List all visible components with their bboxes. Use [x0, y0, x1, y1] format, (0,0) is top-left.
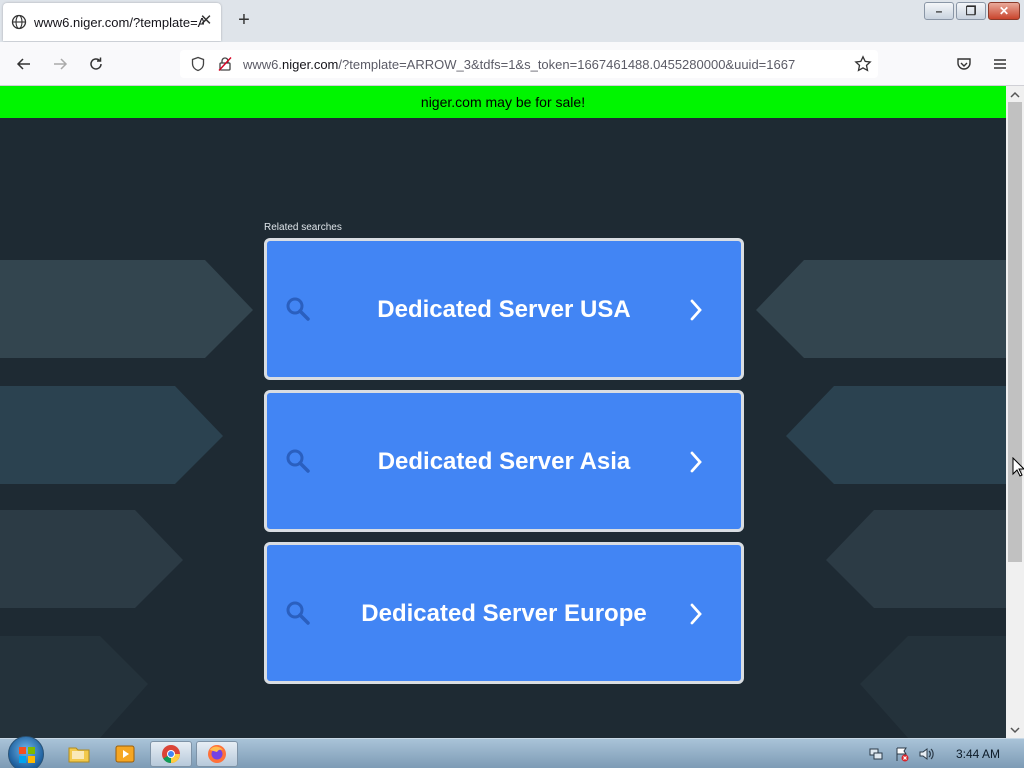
restore-button[interactable]: ❐ [956, 2, 986, 20]
plus-icon[interactable]: + [233, 10, 255, 32]
related-search-label: Dedicated Server Europe [361, 600, 647, 627]
network-icon[interactable] [868, 746, 884, 762]
reload-icon[interactable] [84, 52, 108, 76]
tab-title: www6.niger.com/?template=AR [34, 14, 204, 30]
flag-icon[interactable] [894, 746, 910, 762]
forward-arrow-icon[interactable] [48, 52, 72, 76]
chevron-right-icon [690, 451, 702, 473]
windows-start-icon[interactable] [8, 736, 44, 768]
chrome-icon[interactable] [150, 741, 192, 767]
tab-current[interactable]: www6.niger.com/?template=AR ✕ [3, 3, 221, 41]
url-bar[interactable]: www6.niger.com/?template=ARROW_3&tdfs=1&… [180, 50, 878, 78]
scroll-down-icon[interactable] [1010, 725, 1020, 735]
taskbar: 3:44 AM [0, 736, 1024, 768]
tab-strip: www6.niger.com/?template=AR ✕ + – ❐ ✕ [0, 0, 1024, 42]
chevron-right-icon [690, 603, 702, 625]
media-player-icon[interactable] [104, 741, 146, 767]
related-searches-label: Related searches [264, 222, 342, 233]
parked-page: Related searches Dedicated Server USA De… [0, 118, 1006, 738]
sale-banner[interactable]: niger.com may be for sale! [0, 86, 1006, 118]
system-tray: 3:44 AM [868, 739, 1024, 768]
folder-icon[interactable] [58, 741, 100, 767]
scroll-up-icon[interactable] [1010, 90, 1020, 100]
scrollbar-thumb[interactable] [1008, 102, 1022, 562]
pocket-icon[interactable] [952, 52, 976, 76]
globe-icon [11, 14, 27, 30]
menu-icon[interactable] [988, 52, 1012, 76]
related-search-label: Dedicated Server Asia [377, 448, 631, 475]
navigation-toolbar: www6.niger.com/?template=ARROW_3&tdfs=1&… [0, 42, 1024, 86]
mouse-cursor-icon [1012, 457, 1024, 477]
url-prefix: www6. [243, 57, 283, 72]
window-controls: – ❐ ✕ [924, 2, 1020, 20]
taskbar-clock[interactable]: 3:44 AM [956, 747, 1000, 761]
close-icon[interactable]: ✕ [199, 13, 213, 28]
shield-icon[interactable] [190, 56, 206, 72]
vertical-scrollbar[interactable] [1006, 86, 1024, 738]
related-search-item[interactable]: Dedicated Server Asia [264, 390, 744, 532]
star-icon[interactable] [851, 52, 875, 76]
related-search-item[interactable]: Dedicated Server USA [264, 238, 744, 380]
url-host: niger.com [282, 57, 339, 72]
url-text[interactable]: www6.niger.com/?template=ARROW_3&tdfs=1&… [243, 57, 843, 72]
sale-banner-text: niger.com may be for sale! [420, 94, 586, 110]
minimize-button[interactable]: – [924, 2, 954, 20]
insecure-lock-icon[interactable] [217, 56, 233, 72]
url-rest: /?template=ARROW_3&tdfs=1&s_token=166746… [338, 57, 796, 72]
related-search-label: Dedicated Server USA [377, 296, 631, 323]
chevron-right-icon [690, 299, 702, 321]
window-close-button[interactable]: ✕ [988, 2, 1020, 20]
speaker-icon[interactable] [918, 746, 934, 762]
back-arrow-icon[interactable] [12, 52, 36, 76]
firefox-icon[interactable] [196, 741, 238, 767]
related-search-item[interactable]: Dedicated Server Europe [264, 542, 744, 684]
